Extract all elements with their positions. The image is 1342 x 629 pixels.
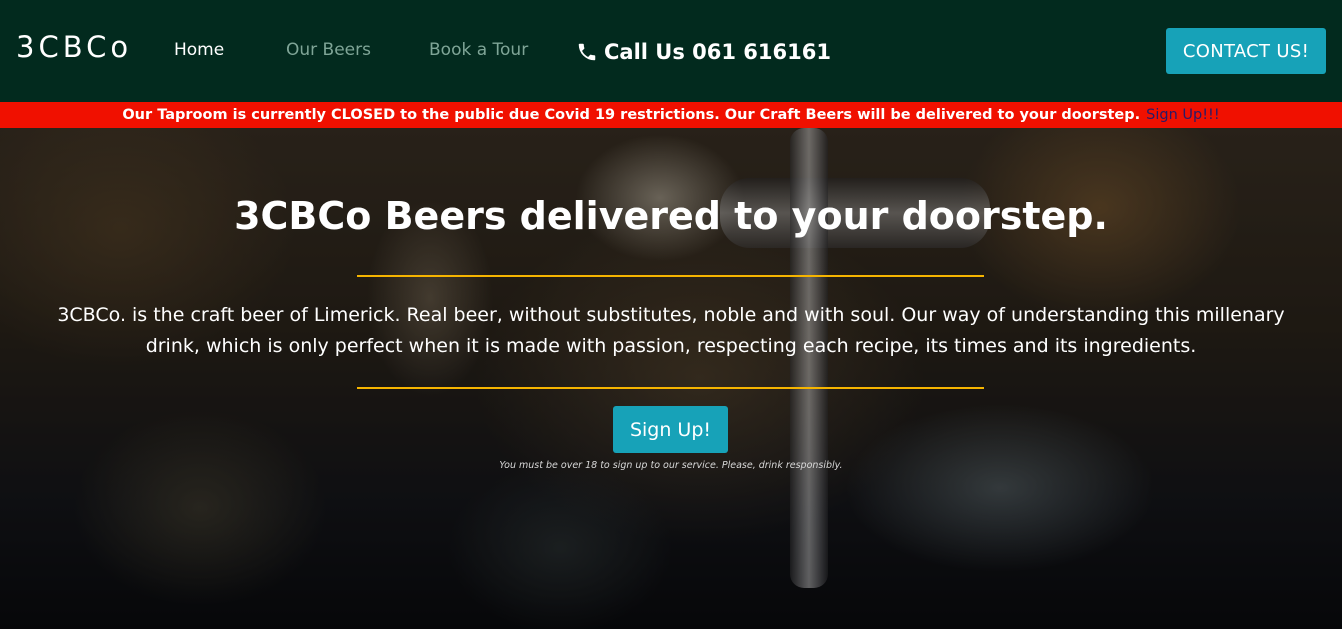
- sign-up-button[interactable]: Sign Up!: [613, 406, 728, 453]
- banner-text: Our Taproom is currently CLOSED to the p…: [122, 107, 1141, 123]
- call-us-link[interactable]: Call Us 061 616161: [576, 40, 831, 64]
- nav-book-tour-link[interactable]: Book a Tour: [429, 40, 528, 60]
- nav-home-link[interactable]: Home: [174, 40, 224, 60]
- contact-us-button[interactable]: CONTACT US!: [1166, 28, 1326, 74]
- divider-top: [357, 275, 984, 277]
- banner-signup-link[interactable]: Sign Up!!!: [1146, 107, 1220, 123]
- hero-content: 3CBCo Beers delivered to your doorstep. …: [0, 128, 1342, 629]
- brand-logo[interactable]: 3CBCo: [16, 30, 132, 64]
- covid-notice-banner: Our Taproom is currently CLOSED to the p…: [0, 102, 1342, 128]
- hero-title: 3CBCo Beers delivered to your doorstep.: [234, 194, 1108, 238]
- navbar: 3CBCo Home Our Beers Book a Tour Call Us…: [0, 0, 1342, 102]
- call-us-label: Call Us 061 616161: [604, 40, 831, 64]
- divider-bottom: [357, 387, 984, 389]
- age-disclaimer: You must be over 18 to sign up to our se…: [499, 460, 843, 471]
- hero-description: 3CBCo. is the craft beer of Limerick. Re…: [57, 304, 1285, 357]
- phone-icon: [576, 41, 598, 63]
- hero-section: 3CBCo Beers delivered to your doorstep. …: [0, 128, 1342, 629]
- nav-our-beers-link[interactable]: Our Beers: [286, 40, 371, 60]
